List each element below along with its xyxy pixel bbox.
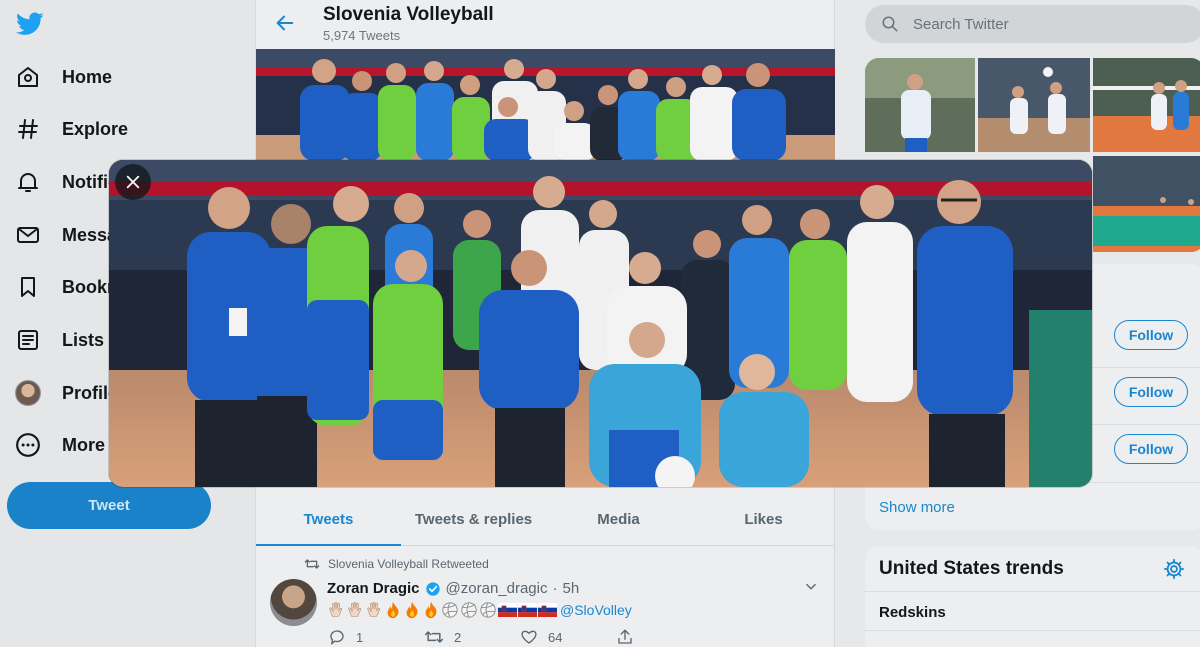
reply-icon (330, 630, 344, 645)
retweet-icon (304, 559, 320, 569)
bookmark-icon (14, 273, 42, 301)
heart-icon (521, 630, 537, 644)
profile-banner-image[interactable] (256, 49, 836, 161)
tweet-button[interactable]: Tweet (7, 482, 211, 529)
reply-count: 1 (356, 629, 364, 645)
nav-item-label: Explore (62, 118, 129, 139)
share-icon (618, 629, 632, 644)
clap-icon (329, 601, 343, 617)
clap-icon (367, 601, 381, 617)
fire-icon (387, 601, 399, 619)
home-icon (14, 63, 42, 91)
tweet-author-name[interactable]: Zoran Dragic (327, 580, 420, 597)
bell-icon (14, 168, 42, 196)
chevron-down-icon[interactable] (804, 580, 818, 594)
like-button[interactable]: 64 (520, 628, 616, 646)
divider (865, 591, 1200, 592)
profile-tabs: Tweets Tweets & replies Media Likes (256, 494, 836, 546)
retweet-count: 2 (454, 629, 462, 645)
nav-item-label: Lists (62, 329, 105, 350)
media-thumbnail[interactable] (1093, 156, 1200, 252)
tweet-mention-link[interactable]: @SloVolley (560, 602, 632, 618)
tab-tweets[interactable]: Tweets (256, 494, 401, 546)
trends-title: United States trends (879, 558, 1064, 579)
search-bar[interactable] (865, 5, 1200, 43)
back-arrow-icon[interactable] (274, 12, 296, 34)
trends-panel: United States trends Redskins (865, 546, 1200, 647)
nav-item-label: Home (62, 66, 113, 87)
volleyball-icon (480, 602, 496, 618)
tab-likes[interactable]: Likes (691, 494, 836, 545)
close-icon (126, 175, 140, 189)
nav-item-lists[interactable]: Lists (14, 320, 104, 360)
media-thumbnail[interactable] (978, 58, 1090, 152)
list-icon (14, 326, 42, 354)
fire-icon (425, 601, 437, 619)
nav-item-explore[interactable]: Explore (14, 109, 128, 149)
follow-button[interactable]: Follow (1114, 320, 1188, 350)
search-input[interactable] (913, 15, 1153, 33)
twitter-logo-icon[interactable] (16, 12, 44, 36)
clap-icon (348, 601, 362, 617)
page-title: Slovenia Volleyball (323, 4, 494, 25)
team-photo (109, 160, 1092, 487)
media-thumbnail[interactable] (1093, 58, 1200, 152)
follow-button[interactable]: Follow (1114, 377, 1188, 407)
volleyball-icon (461, 602, 477, 618)
retweet-context: Slovenia Volleyball Retweeted (304, 557, 489, 571)
tweet-author-avatar[interactable] (270, 579, 317, 626)
tab-tweets-replies[interactable]: Tweets & replies (401, 494, 546, 545)
retweet-icon (424, 631, 444, 643)
hashtag-icon (14, 115, 42, 143)
tweet-author-handle[interactable]: @zoran_dragic (446, 580, 548, 597)
slovenia-flag-icon (518, 603, 537, 617)
follow-button[interactable]: Follow (1114, 434, 1188, 464)
verified-badge-icon (425, 581, 440, 596)
more-icon (14, 431, 42, 459)
gear-icon[interactable] (1163, 558, 1185, 580)
share-button[interactable] (616, 628, 656, 646)
reply-button[interactable]: 1 (328, 628, 424, 646)
mail-icon (14, 221, 42, 249)
slovenia-flag-icon (498, 603, 517, 617)
close-button[interactable] (115, 164, 151, 200)
tab-media[interactable]: Media (546, 494, 691, 545)
search-icon (882, 16, 898, 32)
retweet-button[interactable]: 2 (424, 628, 520, 646)
fire-icon (406, 601, 418, 619)
divider (865, 630, 1200, 631)
tweet-timestamp[interactable]: 5h (562, 580, 579, 597)
nav-item-label: More (62, 434, 106, 455)
image-preview-overlay[interactable] (109, 160, 1092, 487)
show-more-link[interactable]: Show more (879, 499, 955, 516)
nav-item-more[interactable]: More (14, 425, 105, 465)
retweet-context-label: Slovenia Volleyball Retweeted (328, 557, 489, 571)
nav-item-profile[interactable]: Profile (14, 373, 118, 413)
tweet-text: @SloVolley (327, 601, 632, 619)
tweet-actions: 1 2 64 (328, 628, 656, 646)
slovenia-flag-icon (538, 603, 557, 617)
like-count: 64 (548, 629, 563, 645)
tweet-header: Zoran Dragic @zoran_dragic · 5h (327, 580, 579, 597)
media-thumbnail[interactable] (865, 58, 975, 152)
trend-item[interactable]: Redskins (879, 604, 946, 621)
volleyball-icon (442, 602, 458, 618)
tweet-count: 5,974 Tweets (323, 28, 401, 43)
avatar (15, 380, 41, 406)
tweet-separator: · (552, 580, 558, 597)
nav-item-home[interactable]: Home (14, 57, 112, 97)
